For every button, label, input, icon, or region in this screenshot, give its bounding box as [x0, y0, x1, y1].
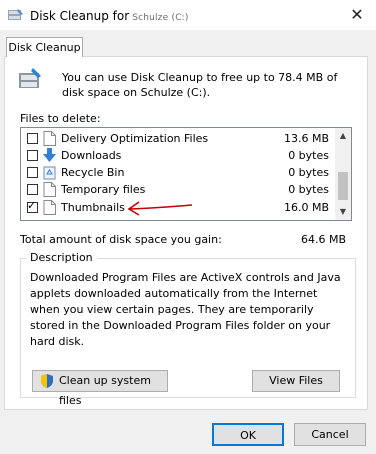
file-size: 0 bytes: [288, 149, 329, 162]
list-item[interactable]: Recycle Bin 0 bytes: [21, 164, 335, 181]
checkbox-recycle-bin[interactable]: [27, 167, 38, 178]
file-size: 13.6 MB: [283, 132, 329, 145]
disk-cleanup-icon: [19, 68, 41, 88]
list-item[interactable]: Temporary files 0 bytes: [21, 181, 335, 198]
list-item[interactable]: Delivery Optimization Files 13.6 MB: [21, 130, 335, 147]
file-name: Downloads: [61, 149, 122, 162]
list-scrollbar[interactable]: ▲ ▼: [335, 128, 351, 220]
disk-cleanup-app-icon: [8, 9, 23, 20]
files-to-delete-label: Files to delete:: [20, 112, 101, 125]
document-icon: [43, 182, 56, 197]
clean-up-system-files-button[interactable]: Clean up system files: [32, 370, 168, 407]
view-files-button[interactable]: View Files: [252, 370, 340, 392]
file-name: Recycle Bin: [61, 166, 125, 179]
description-legend: Description: [26, 251, 97, 264]
list-item[interactable]: Downloads 0 bytes: [21, 147, 335, 164]
scroll-up-arrow-icon[interactable]: ▲: [335, 128, 351, 144]
description-text: Downloaded Program Files are ActiveX con…: [30, 271, 341, 348]
ok-button[interactable]: OK: [212, 423, 284, 446]
file-name: Temporary files: [61, 183, 146, 196]
file-name: Delivery Optimization Files: [61, 132, 209, 145]
intro-text: You can use Disk Cleanup to free up to 7…: [62, 71, 338, 99]
checkbox-thumbnails[interactable]: ✓: [27, 199, 38, 213]
window-title-text: Disk Cleanup for: [30, 9, 130, 23]
scroll-down-arrow-icon[interactable]: ▼: [335, 204, 351, 220]
file-size: 0 bytes: [288, 183, 329, 196]
download-arrow-icon: [43, 148, 56, 162]
window-title-drive: Schulze (C:): [132, 13, 189, 23]
total-space-label: Total amount of disk space you gain:: [20, 233, 222, 246]
file-name: Thumbnails: [61, 201, 125, 214]
check-mark-icon: ✓: [27, 199, 37, 212]
file-size: 16.0 MB: [283, 201, 329, 214]
document-icon: [43, 131, 56, 146]
checkbox-downloads[interactable]: [27, 150, 38, 161]
window-title: Disk Cleanup for Schulze (C:): [30, 9, 189, 23]
close-button[interactable]: ✕: [342, 3, 372, 27]
checkbox-temporary-files[interactable]: [27, 184, 38, 195]
total-space-value: 64.6 MB: [300, 233, 346, 246]
scroll-thumb[interactable]: [338, 172, 348, 200]
uac-shield-icon: [41, 374, 53, 388]
red-annotation-arrow-icon: [127, 201, 193, 216]
cancel-button[interactable]: Cancel: [294, 423, 366, 446]
recycle-bin-icon: [43, 166, 56, 180]
tab-disk-cleanup[interactable]: Disk Cleanup: [6, 37, 83, 57]
document-icon: [43, 200, 56, 215]
file-size: 0 bytes: [288, 166, 329, 179]
checkbox-delivery-optimization[interactable]: [27, 133, 38, 144]
